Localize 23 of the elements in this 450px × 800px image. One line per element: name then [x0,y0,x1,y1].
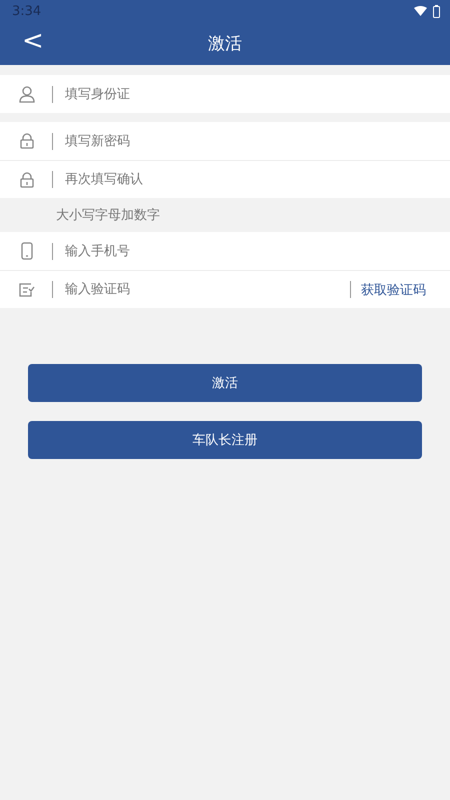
battery-icon [433,4,440,18]
lock-icon [20,133,34,149]
form-field[interactable]: 输入手机号 [0,232,450,270]
form-field[interactable]: 输入验证码 获取验证码 [0,270,450,308]
back-button[interactable]: < [16,26,50,56]
input-field[interactable]: 输入验证码 [63,281,350,298]
activate-button[interactable]: 激活 [28,364,422,402]
form-field[interactable]: 再次填写确认 [0,160,450,198]
form-field[interactable]: 填写新密码 [0,122,450,160]
phone-icon [21,242,33,260]
get-code-link[interactable]: 获取验证码 [361,280,426,298]
input-field[interactable]: 输入手机号 [63,242,426,260]
status-time: 3:34 [12,4,42,18]
wifi-icon [414,6,427,16]
lock-icon [20,172,34,188]
register-button[interactable]: 车队长注册 [28,421,422,459]
password-hint: 大小写字母加数字 [56,207,160,224]
form-field[interactable]: 填写身份证 [0,75,450,113]
input-field[interactable]: 再次填写确认 [63,171,426,188]
user-icon [19,85,35,103]
input-field[interactable]: 填写新密码 [63,132,426,150]
page-title: 激活 [208,33,242,55]
input-field[interactable]: 填写身份证 [63,86,426,102]
